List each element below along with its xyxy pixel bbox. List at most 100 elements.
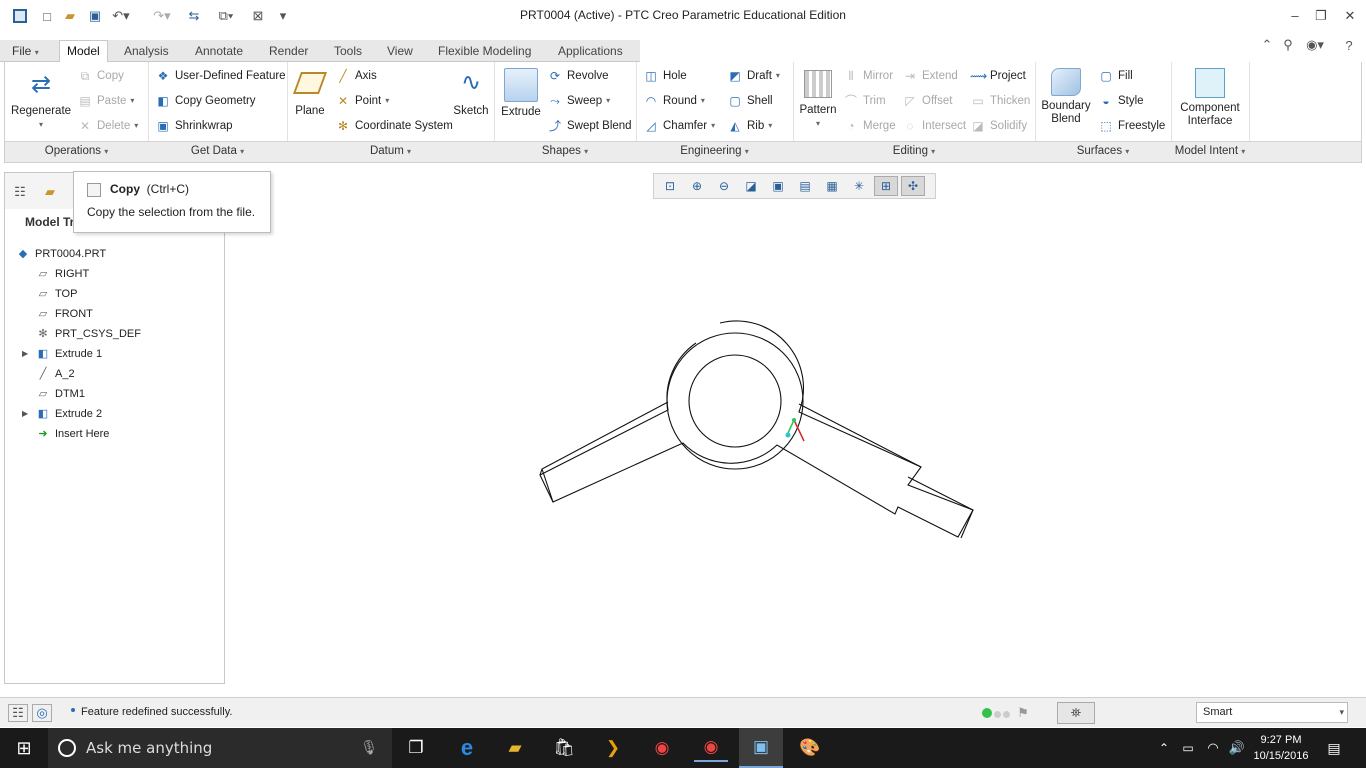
tree-item-part[interactable]: ◆ PRT0004.PRT xyxy=(15,245,106,263)
sweep-button[interactable]: ⤳ Sweep ▾ xyxy=(547,91,610,111)
paste-button[interactable]: ▤ Paste ▾ xyxy=(77,91,134,111)
group-surfaces[interactable]: Surfaces ▾ xyxy=(1035,145,1171,157)
selection-filter-select[interactable]: Smart ▾ xyxy=(1196,702,1348,723)
wifi-icon[interactable]: ◠ xyxy=(1202,734,1224,762)
tree-item-csys[interactable]: ✻ PRT_CSYS_DEF xyxy=(35,325,141,343)
solidify-button[interactable]: ◪ Solidify xyxy=(970,116,1027,136)
creo-taskbar-icon[interactable]: ▣ xyxy=(739,728,783,768)
battery-icon[interactable]: ▭ xyxy=(1178,734,1198,762)
expand-arrow-icon[interactable]: ▶ xyxy=(22,409,28,418)
paint-icon[interactable]: 🎨 xyxy=(793,734,827,762)
show-hidden-icons-icon[interactable]: ⌃ xyxy=(1154,734,1174,762)
copy-button[interactable]: ⧉ Copy xyxy=(77,66,124,86)
tab-view[interactable]: View xyxy=(379,40,421,62)
offset-button[interactable]: ◸ Offset xyxy=(902,91,952,111)
group-shapes[interactable]: Shapes ▾ xyxy=(494,145,636,157)
tree-item-insert-here[interactable]: ➜ Insert Here xyxy=(35,425,109,443)
flag-icon[interactable]: ⚑ xyxy=(1015,704,1031,722)
taskbar-clock[interactable]: 9:27 PM 10/15/2016 xyxy=(1250,732,1312,764)
group-operations[interactable]: Operations ▾ xyxy=(5,145,148,157)
volume-icon[interactable]: 🔊 xyxy=(1226,734,1248,762)
cortana-search-box[interactable]: Ask me anything 🎙 xyxy=(48,728,392,768)
task-view-icon[interactable]: ❐ xyxy=(399,734,433,762)
intersect-button[interactable]: ◌ Intersect xyxy=(902,116,966,136)
tree-item-top[interactable]: ▱ TOP xyxy=(35,285,78,303)
search-icon[interactable]: ⚲ xyxy=(1280,36,1296,54)
graphics-area[interactable] xyxy=(226,165,1366,695)
mirror-button[interactable]: ⫴ Mirror xyxy=(843,66,893,86)
plex-icon[interactable]: ❯ xyxy=(596,734,630,762)
group-datum[interactable]: Datum ▾ xyxy=(287,145,494,157)
chamfer-button[interactable]: ◿ Chamfer ▾ xyxy=(643,116,715,136)
copy-geometry-button[interactable]: ◧ Copy Geometry xyxy=(155,91,255,111)
sketch-button[interactable]: ∿ Sketch xyxy=(453,68,489,118)
thicken-button[interactable]: ▭ Thicken xyxy=(970,91,1030,111)
freestyle-button[interactable]: ⬚ Freestyle xyxy=(1098,116,1165,136)
file-explorer-icon[interactable]: ▰ xyxy=(498,734,532,762)
folder-browser-tab-icon[interactable]: ▰ xyxy=(39,183,61,201)
minimize-button[interactable]: – xyxy=(1285,6,1305,26)
shell-button[interactable]: ▢ Shell xyxy=(727,91,772,111)
draft-button[interactable]: ◩ Draft ▾ xyxy=(727,66,780,86)
component-interface-button[interactable]: Component Interface xyxy=(1175,68,1245,128)
rib-icon: ◭ xyxy=(730,119,740,133)
tab-model[interactable]: Model xyxy=(59,40,108,62)
plane-button[interactable]: Plane xyxy=(292,68,328,118)
revolve-button[interactable]: ⟳ Revolve xyxy=(547,66,609,86)
chrome-icon[interactable]: ◉ xyxy=(645,734,679,762)
tab-annotate[interactable]: Annotate xyxy=(187,40,251,62)
delete-button[interactable]: ✕ Delete ▾ xyxy=(77,116,138,136)
extend-button[interactable]: ⇥ Extend xyxy=(902,66,958,86)
swept-blend-button[interactable]: ⤴ Swept Blend xyxy=(547,116,632,136)
tree-item-extrude-2[interactable]: ◧ Extrude 2 xyxy=(35,405,102,423)
trim-button[interactable]: ⌒ Trim xyxy=(843,91,886,111)
tab-render[interactable]: Render xyxy=(261,40,316,62)
style-button[interactable]: ◒ Style xyxy=(1098,91,1143,111)
tab-tools[interactable]: Tools xyxy=(326,40,370,62)
action-center-icon[interactable]: ▤ xyxy=(1322,734,1346,762)
expand-arrow-icon[interactable]: ▶ xyxy=(22,349,28,358)
coordinate-system-button[interactable]: ✻ Coordinate System xyxy=(335,116,453,136)
find-icon[interactable]: ⛯ xyxy=(1057,702,1095,724)
extrude-button[interactable]: Extrude xyxy=(499,68,543,119)
show-browser-icon[interactable]: ◎ xyxy=(32,704,52,722)
tab-file[interactable]: File ▾ xyxy=(4,40,47,62)
model-tree-tab-icon[interactable]: ☷ xyxy=(11,183,29,201)
tree-item-front[interactable]: ▱ FRONT xyxy=(35,305,93,323)
tab-applications[interactable]: Applications xyxy=(550,40,631,62)
collapse-ribbon-icon[interactable]: ⌃ xyxy=(1259,36,1275,54)
rib-button[interactable]: ◭ Rib ▾ xyxy=(727,116,772,136)
round-button[interactable]: ◠ Round ▾ xyxy=(643,91,705,111)
group-model-intent[interactable]: Model Intent ▾ xyxy=(1171,145,1249,157)
point-button[interactable]: ✕ Point ▾ xyxy=(335,91,389,111)
axis-button[interactable]: ╱ Axis xyxy=(335,66,376,86)
shrinkwrap-button[interactable]: ▣ Shrinkwrap xyxy=(155,116,232,136)
tree-item-right[interactable]: ▱ RIGHT xyxy=(35,265,89,283)
tree-item-axis[interactable]: ╱ A_2 xyxy=(35,365,75,383)
tab-analysis[interactable]: Analysis xyxy=(116,40,177,62)
windows-start-icon[interactable]: ⊞ xyxy=(7,734,41,762)
fill-button[interactable]: ▢ Fill xyxy=(1098,66,1132,86)
merge-button[interactable]: ◔ Merge xyxy=(843,116,895,136)
group-get-data[interactable]: Get Data ▾ xyxy=(148,145,287,157)
group-editing[interactable]: Editing ▾ xyxy=(793,145,1035,157)
show-navigator-icon[interactable]: ☷ xyxy=(8,704,28,722)
edge-icon[interactable]: e xyxy=(450,734,484,762)
restore-button[interactable]: ❐ xyxy=(1311,6,1331,26)
community-icon[interactable]: ◉▾ xyxy=(1302,36,1328,54)
pattern-button[interactable]: Pattern ▾ xyxy=(798,68,838,130)
tab-flexible-modeling[interactable]: Flexible Modeling xyxy=(430,40,539,62)
tree-item-extrude-1[interactable]: ◧ Extrude 1 xyxy=(35,345,102,363)
windows-taskbar: ⊞ Ask me anything 🎙 ❐ e ▰ 🛍 ❯ ◉ ◉ ▣ 🎨 ⌃ … xyxy=(0,728,1366,768)
close-button[interactable]: ✕ xyxy=(1340,6,1360,26)
help-icon[interactable]: ? xyxy=(1340,36,1358,54)
group-engineering[interactable]: Engineering ▾ xyxy=(636,145,793,157)
boundary-blend-button[interactable]: Boundary Blend xyxy=(1039,68,1093,126)
user-defined-feature-button[interactable]: ❖ User-Defined Feature xyxy=(155,66,286,86)
tree-item-dtm1[interactable]: ▱ DTM1 xyxy=(35,385,85,403)
chrome-icon[interactable]: ◉ xyxy=(694,734,728,762)
store-icon[interactable]: 🛍 xyxy=(547,734,581,762)
hole-button[interactable]: ◫ Hole xyxy=(643,66,686,86)
regenerate-button[interactable]: ⇄ Regenerate ▾ xyxy=(9,68,73,131)
project-button[interactable]: ⟿ Project xyxy=(970,66,1026,86)
